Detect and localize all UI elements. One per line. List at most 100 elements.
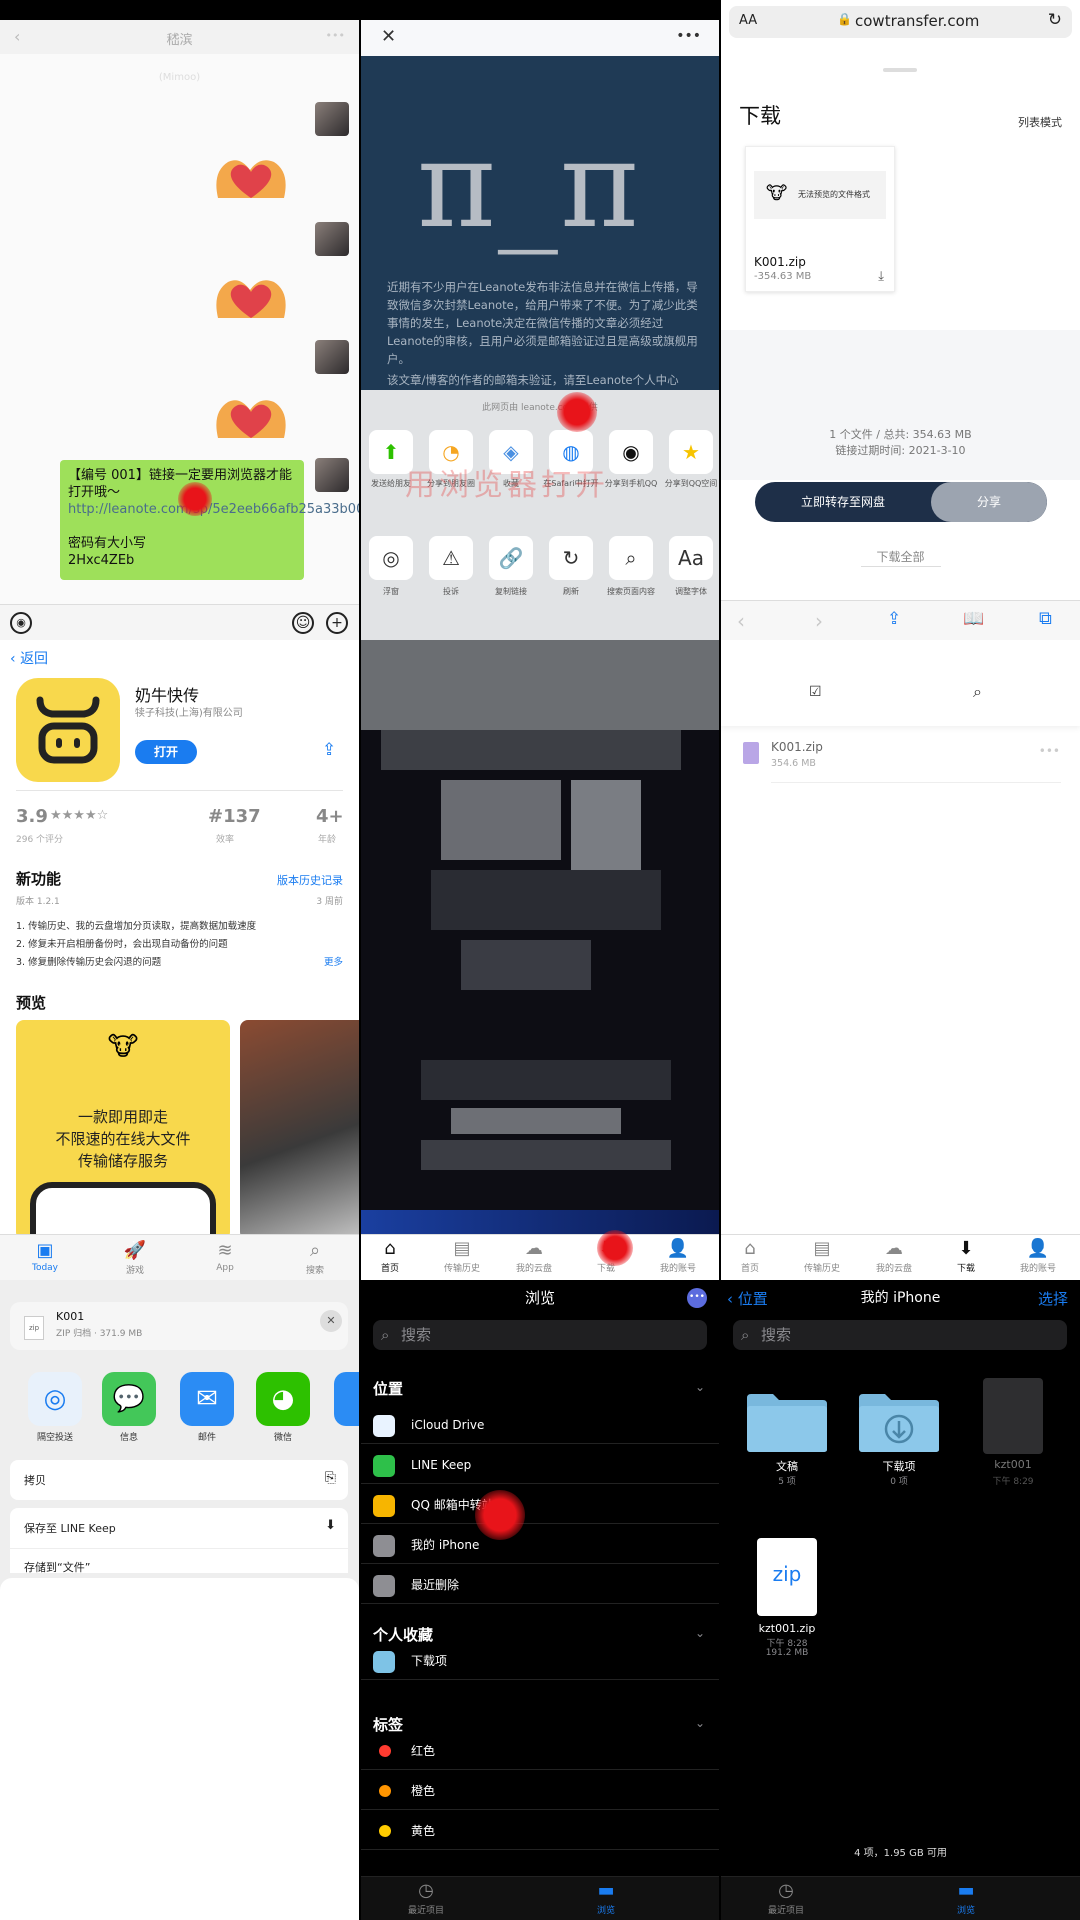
location-row[interactable]: 我的 iPhone bbox=[361, 1526, 719, 1564]
tab-cloud[interactable]: ☁ 我的云盘 bbox=[859, 1237, 929, 1274]
home-icon: ⌂ bbox=[384, 1238, 396, 1259]
select-icon[interactable]: ☑ bbox=[809, 684, 822, 700]
search-input[interactable]: ⌕ 搜索 bbox=[373, 1320, 707, 1350]
tab-history[interactable]: ▤ 传输历史 bbox=[427, 1237, 497, 1274]
app-icon[interactable] bbox=[334, 1372, 359, 1426]
action-option-icon[interactable]: ⌕ bbox=[609, 536, 653, 580]
heart-sticker bbox=[216, 400, 286, 438]
bookmarks-icon[interactable]: 📖 bbox=[963, 609, 984, 629]
qzone-icon[interactable]: ★ bbox=[669, 430, 713, 474]
list-item[interactable]: K001.zip 354.6 MB ••• bbox=[721, 726, 1080, 794]
tab-account[interactable]: 👤 我的账号 bbox=[1003, 1237, 1073, 1274]
favorite-downloads[interactable]: 下载项 bbox=[361, 1642, 719, 1680]
forward-icon[interactable]: › bbox=[815, 609, 823, 633]
close-icon[interactable]: ✕ bbox=[381, 26, 396, 47]
reload-icon[interactable]: ↻ bbox=[1048, 10, 1062, 30]
back-icon[interactable]: ‹ bbox=[737, 609, 745, 633]
pixel-block bbox=[441, 780, 561, 860]
file-card[interactable]: 🐮 无法预览的文件格式 K001.zip -354.63 MB ⤓ bbox=[745, 146, 895, 292]
tab-today[interactable]: ▣ Today bbox=[10, 1239, 80, 1273]
tag-row[interactable]: 黄色 bbox=[361, 1812, 719, 1850]
tab-games[interactable]: 🚀 游戏 bbox=[100, 1239, 170, 1276]
text-size-button[interactable]: AA bbox=[739, 13, 757, 28]
action-option-icon[interactable]: ↻ bbox=[549, 536, 593, 580]
avatar[interactable] bbox=[315, 458, 349, 492]
avatar[interactable] bbox=[315, 102, 349, 136]
action-option-icon[interactable]: Aa bbox=[669, 536, 713, 580]
open-button[interactable]: 打开 bbox=[135, 740, 197, 764]
preview-screenshot[interactable] bbox=[240, 1020, 359, 1240]
more-icon[interactable]: ••• bbox=[676, 28, 701, 44]
sheet-handle[interactable] bbox=[883, 68, 917, 72]
avatar[interactable] bbox=[315, 340, 349, 374]
messages-icon[interactable]: 💬 bbox=[102, 1372, 156, 1426]
voice-icon[interactable]: ◉ bbox=[10, 612, 32, 634]
more-link[interactable]: 更多 bbox=[324, 954, 343, 968]
wechat-icon[interactable]: ◕ bbox=[256, 1372, 310, 1426]
url-bar[interactable]: AA 🔒 cowtransfer.com ↻ bbox=[729, 6, 1072, 38]
action-option-icon[interactable]: ◎ bbox=[369, 536, 413, 580]
qq-icon[interactable]: ◉ bbox=[609, 430, 653, 474]
download-icon[interactable]: ⤓ bbox=[878, 269, 884, 284]
tag-row[interactable]: 红色 bbox=[361, 1732, 719, 1770]
location-row[interactable]: iCloud Drive bbox=[361, 1406, 719, 1444]
tab-recents[interactable]: ◷ 最近项目 bbox=[361, 1879, 491, 1916]
search-input[interactable]: ⌕ 搜索 bbox=[733, 1320, 1067, 1350]
version-history-link[interactable]: 版本历史记录 bbox=[277, 872, 343, 888]
downloads-folder-icon[interactable] bbox=[857, 1390, 941, 1454]
file-thumbnail-icon[interactable] bbox=[983, 1378, 1043, 1454]
search-icon[interactable]: ⌕ bbox=[973, 682, 982, 702]
preview-screenshot[interactable]: 🐮 一款即用即走 不限速的在线大文件 传输储存服务 bbox=[16, 1020, 230, 1240]
tab-download[interactable]: ⬇下载 bbox=[931, 1237, 1001, 1274]
locations-header[interactable]: 位置 bbox=[373, 1378, 403, 1399]
action-line-keep[interactable]: 保存至 LINE Keep ⬇ bbox=[10, 1508, 348, 1548]
chevron-down-icon[interactable]: ⌄ bbox=[695, 1380, 705, 1394]
emoji-icon[interactable]: ☺ bbox=[292, 612, 314, 634]
more-icon[interactable]: ••• bbox=[1039, 744, 1060, 758]
tab-browse[interactable]: ▬ 浏览 bbox=[901, 1879, 1031, 1916]
select-button[interactable]: 选择 bbox=[1038, 1288, 1068, 1309]
tab-apps[interactable]: ≋ App bbox=[190, 1239, 260, 1273]
tab-browse[interactable]: ▬ 浏览 bbox=[541, 1879, 671, 1916]
location-row[interactable]: QQ 邮箱中转站 bbox=[361, 1486, 719, 1524]
tag-row[interactable]: 橙色 bbox=[361, 1772, 719, 1810]
tab-home[interactable]: ⌂ 首页 bbox=[721, 1237, 785, 1274]
more-icon[interactable]: ••• bbox=[687, 1288, 707, 1308]
message-link[interactable]: http://leanote.com/sp/5e2eeb66afb25a33b0… bbox=[68, 502, 359, 517]
list-mode-link[interactable]: 列表模式 bbox=[1018, 114, 1062, 130]
add-icon[interactable]: + bbox=[326, 612, 348, 634]
action-save-files[interactable]: 存储到“文件” bbox=[10, 1549, 348, 1573]
mail-icon[interactable]: ✉ bbox=[180, 1372, 234, 1426]
airdrop-icon[interactable]: ◎ bbox=[28, 1372, 82, 1426]
share-icon[interactable]: ⇪ bbox=[887, 609, 901, 629]
action-copy[interactable]: 拷贝 ⎘ bbox=[10, 1460, 348, 1500]
save-to-cloud-button[interactable]: 立即转存至网盘 bbox=[755, 482, 931, 522]
tab-history[interactable]: ▤ 传输历史 bbox=[787, 1237, 857, 1274]
more-icon[interactable]: ••• bbox=[326, 29, 345, 42]
tab-recents[interactable]: ◷ 最近项目 bbox=[721, 1879, 851, 1916]
tab-home[interactable]: ⌂ 首页 bbox=[361, 1237, 425, 1274]
action-option-label: 投诉 bbox=[443, 587, 459, 596]
back-button[interactable]: ‹ 返回 bbox=[10, 648, 48, 668]
tabs-icon[interactable]: ⧉ bbox=[1039, 608, 1052, 629]
download-all-link[interactable]: 下载全部 bbox=[721, 548, 1080, 565]
chevron-down-icon[interactable]: ⌄ bbox=[695, 1716, 705, 1730]
avatar[interactable] bbox=[315, 222, 349, 256]
tab-account[interactable]: 👤 我的账号 bbox=[643, 1237, 713, 1274]
close-icon[interactable]: ✕ bbox=[320, 1310, 342, 1332]
location-row[interactable]: 最近删除 bbox=[361, 1566, 719, 1604]
tab-search[interactable]: ⌕ 搜索 bbox=[280, 1239, 350, 1276]
action-option-icon[interactable]: 🔗 bbox=[489, 536, 533, 580]
tap-indicator bbox=[178, 482, 212, 516]
shared-file-meta: ZIP 归档 · 371.9 MB bbox=[56, 1329, 143, 1339]
share-icon[interactable]: ⇪ bbox=[322, 740, 336, 760]
action-option-icon[interactable]: ⚠ bbox=[429, 536, 473, 580]
message-bubble[interactable]: 【编号 001】链接一定要用浏览器才能打开哦～ http://leanote.c… bbox=[60, 460, 359, 580]
download-header: ☑ ⌕ bbox=[721, 640, 1080, 726]
folder-icon[interactable] bbox=[745, 1390, 829, 1454]
tab-cloud[interactable]: ☁ 我的云盘 bbox=[499, 1237, 569, 1274]
zip-file-icon[interactable]: zip bbox=[757, 1538, 817, 1616]
location-row[interactable]: LINE Keep bbox=[361, 1446, 719, 1484]
share-button[interactable]: 分享 bbox=[931, 482, 1047, 522]
chevron-down-icon[interactable]: ⌄ bbox=[695, 1626, 705, 1640]
